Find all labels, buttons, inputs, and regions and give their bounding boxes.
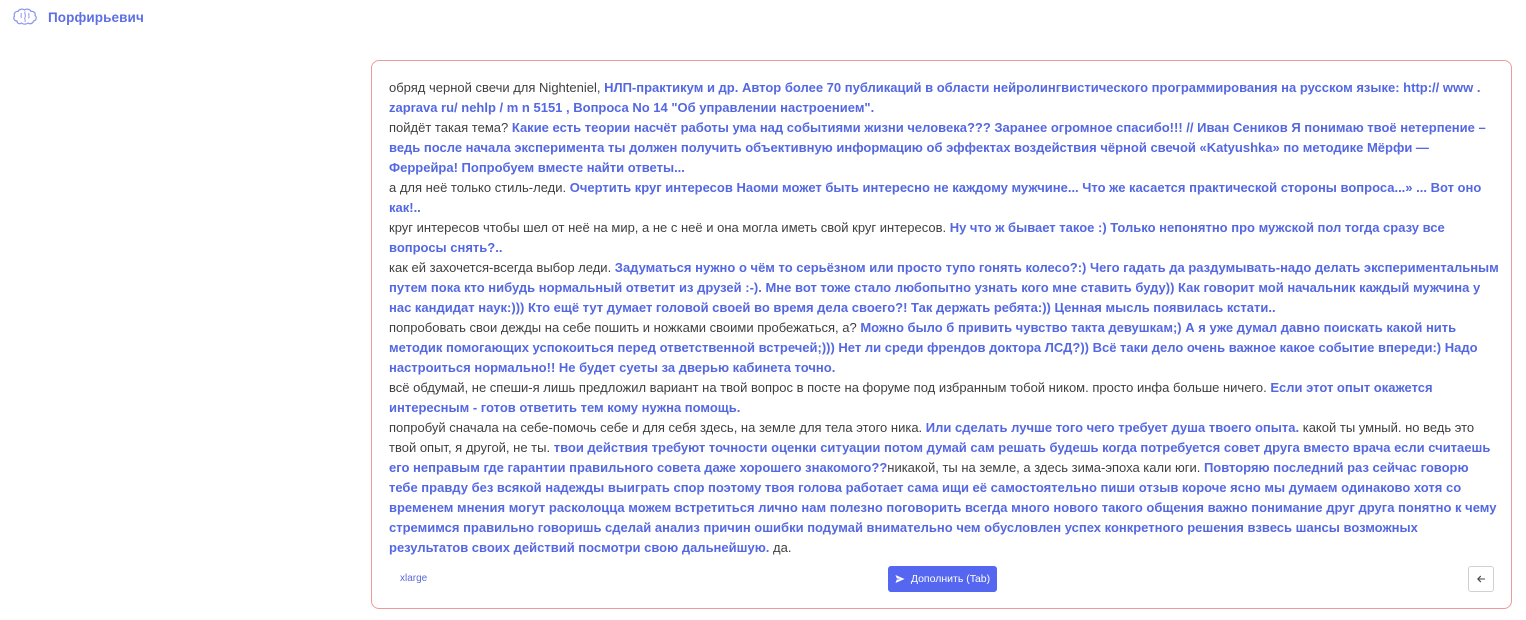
generated-text: Какие есть теории насчёт работы ума над … xyxy=(389,120,1486,175)
story-paragraph: всё обдумай, не спеши-я лишь предложил в… xyxy=(389,378,1499,418)
send-icon xyxy=(895,574,905,584)
story-paragraph: круг интересов чтобы шел от неё на мир, … xyxy=(389,218,1499,258)
complete-button[interactable]: Дополнить (Tab) xyxy=(888,566,997,592)
prompt-text: попробуй сначала на себе-помочь себе и д… xyxy=(389,420,926,435)
generated-text: Или сделать лучше того чего требует душа… xyxy=(925,420,1300,435)
story-paragraph: а для неё только стиль-леди. Очертить кр… xyxy=(389,178,1499,218)
editor-footer: xlarge Дополнить (Tab) xyxy=(372,566,1511,592)
prompt-text: а для неё только стиль-леди. xyxy=(389,180,570,195)
prompt-text: да. xyxy=(769,540,792,555)
story-paragraph: попробовать свои дежды на себе пошить и … xyxy=(389,318,1499,378)
story-paragraph: попробуй сначала на себе-помочь себе и д… xyxy=(389,418,1499,558)
top-bar: Порфирьевич xyxy=(0,0,1526,34)
prompt-text: как ей захочется-всегда выбор леди. xyxy=(389,260,615,275)
app-name: Порфирьевич xyxy=(48,9,144,25)
prompt-text: попробовать свои дежды на себе пошить и … xyxy=(389,320,861,335)
brain-icon xyxy=(12,7,38,27)
prompt-text: никакой, ты на земле, а здесь зима-эпоха… xyxy=(887,460,1204,475)
prompt-text: всё обдумай, не спеши-я лишь предложил в… xyxy=(389,380,1271,395)
text-editor: обряд черной свечи для Nighteniel, НЛП-п… xyxy=(371,60,1512,609)
story-paragraph: пойдёт такая тема? Какие есть теории нас… xyxy=(389,118,1499,178)
prompt-text: круг интересов чтобы шел от неё на мир, … xyxy=(389,220,950,235)
undo-button[interactable] xyxy=(1468,566,1494,592)
model-size-label[interactable]: xlarge xyxy=(400,573,427,584)
arrow-left-icon xyxy=(1476,572,1486,587)
story-paragraph: как ей захочется-всегда выбор леди. Заду… xyxy=(389,258,1499,318)
brand-link[interactable]: Порфирьевич xyxy=(12,7,144,27)
prompt-text: пойдёт такая тема? xyxy=(389,120,512,135)
story-text-area[interactable]: обряд черной свечи для Nighteniel, НЛП-п… xyxy=(389,78,1499,562)
complete-button-label: Дополнить (Tab) xyxy=(910,573,991,585)
story-paragraph: обряд черной свечи для Nighteniel, НЛП-п… xyxy=(389,78,1499,118)
prompt-text: обряд черной свечи для Nighteniel, xyxy=(389,80,605,95)
